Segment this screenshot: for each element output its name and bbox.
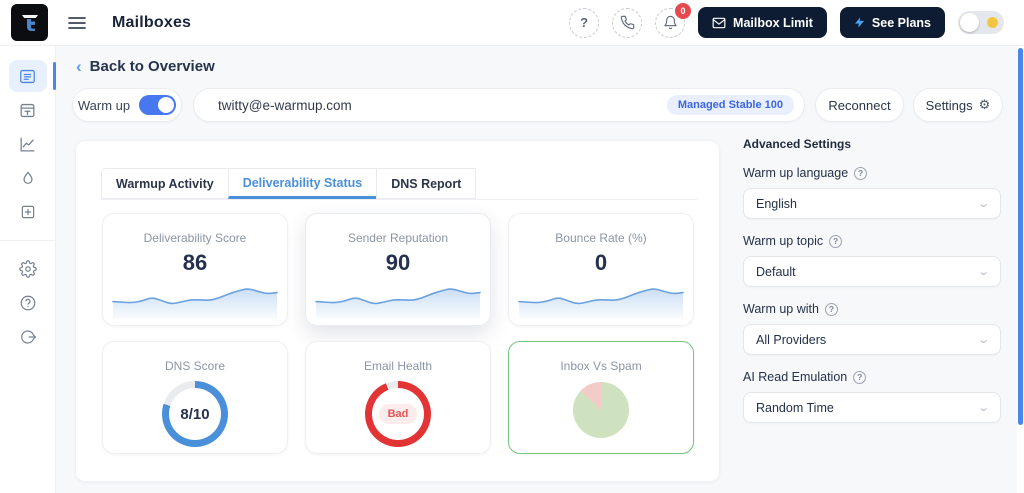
warmup-topic-label: Warm up topic	[743, 234, 824, 248]
warmup-with-label: Warm up with	[743, 302, 819, 316]
plus-square-icon	[21, 205, 34, 219]
bounce-rate-card: Bounce Rate (%) 0	[508, 213, 694, 326]
deliverability-score-card: Deliverability Score 86	[102, 213, 288, 326]
chevron-down-icon: ⌄	[976, 198, 990, 210]
sender-reputation-sparkline	[314, 275, 482, 319]
advanced-settings-panel: Advanced Settings Warm up language Engli…	[743, 137, 1001, 438]
tabs-bar: Warmup Activity Deliverability Status DN…	[101, 168, 697, 200]
logo-glyph-icon	[21, 14, 38, 31]
inbox-vs-spam-pie	[573, 382, 629, 438]
gear-icon	[18, 260, 37, 278]
back-chevron-icon: ‹	[76, 57, 82, 76]
chevron-down-icon: ⌄	[976, 266, 990, 278]
light-bulb-icon	[987, 17, 998, 28]
chevron-down-icon: ⌄	[976, 402, 990, 414]
warmup-toggle-pill: Warm up	[72, 88, 182, 122]
scrollbar-thumb[interactable]	[1018, 48, 1023, 425]
deliverability-panel: Warmup Activity Deliverability Status DN…	[75, 140, 720, 482]
help-circle-icon	[20, 295, 35, 311]
sidebar-divider	[0, 240, 56, 241]
inbox-vs-spam-card: Inbox Vs Spam	[508, 341, 694, 454]
sidebar-item-warmup[interactable]	[9, 162, 47, 194]
template-icon	[20, 103, 35, 117]
analytics-chart-icon	[20, 137, 35, 151]
sidebar-item-add-mailbox[interactable]	[9, 196, 47, 228]
dns-score-value: 8/10	[180, 405, 210, 423]
droplet-icon	[22, 171, 33, 184]
theme-toggle[interactable]	[958, 11, 1004, 34]
lightning-bolt-icon	[854, 17, 865, 28]
mailbox-list-icon	[20, 69, 35, 83]
active-indicator	[52, 62, 56, 90]
plan-status-badge: Managed Stable 100	[666, 95, 794, 115]
dns-score-card: DNS Score 8/10	[102, 341, 288, 454]
phone-icon[interactable]	[612, 7, 643, 38]
sender-reputation-card: Sender Reputation 90	[305, 213, 491, 326]
sidebar-item-analytics[interactable]	[9, 128, 47, 160]
notifications-bell-icon[interactable]: 0	[655, 2, 692, 38]
reconnect-button[interactable]: Reconnect	[815, 88, 904, 122]
mailbox-email: twitty@e-warmup.com	[218, 97, 352, 113]
warmup-language-select[interactable]: English ⌄	[743, 188, 1001, 219]
ai-read-emulation-select[interactable]: Random Time ⌄	[743, 392, 1001, 423]
advanced-settings-title: Advanced Settings	[743, 137, 852, 151]
back-to-overview-link[interactable]: ‹ Back to Overview	[76, 58, 215, 75]
help-icon[interactable]	[829, 234, 843, 248]
menu-toggle-icon[interactable]	[68, 16, 86, 30]
dns-score-donut: 8/10	[162, 381, 228, 447]
logout-icon	[20, 330, 36, 344]
bounce-rate-sparkline	[517, 275, 685, 319]
help-icon[interactable]	[569, 7, 600, 38]
ai-read-emulation-label: AI Read Emulation	[743, 370, 848, 384]
warmup-with-select[interactable]: All Providers ⌄	[743, 324, 1001, 355]
help-icon[interactable]	[824, 302, 838, 316]
email-health-ring: Bad	[365, 381, 431, 447]
chevron-down-icon: ⌄	[976, 334, 990, 346]
mailbox-email-field[interactable]: twitty@e-warmup.com Managed Stable 100	[193, 88, 805, 122]
sidebar-item-help[interactable]	[9, 287, 47, 319]
tab-dns-report[interactable]: DNS Report	[376, 168, 477, 199]
sidebar-item-templates[interactable]	[9, 94, 47, 126]
metric-cards-grid: Deliverability Score 86 Sender Reputatio…	[102, 213, 694, 454]
warmup-language-label: Warm up language	[743, 166, 849, 180]
mailbox-limit-button[interactable]: Mailbox Limit	[698, 7, 827, 38]
email-health-status-badge: Bad	[378, 404, 418, 424]
settings-button[interactable]: Settings ⚙	[913, 88, 1003, 122]
sidebar-item-logout[interactable]	[9, 321, 47, 353]
notification-badge: 0	[675, 2, 692, 19]
sidebar-item-settings[interactable]	[9, 253, 47, 285]
sidebar-item-mailboxes[interactable]	[8, 60, 56, 92]
page-title: Mailboxes	[112, 13, 192, 31]
warmup-toggle-knob	[158, 97, 175, 113]
see-plans-button[interactable]: See Plans	[839, 7, 945, 38]
email-health-card: Email Health Bad	[305, 341, 491, 454]
envelope-icon	[712, 17, 726, 28]
warmup-toggle[interactable]	[139, 95, 177, 115]
theme-toggle-knob	[960, 13, 979, 32]
deliverability-score-sparkline	[111, 275, 279, 319]
tab-deliverability-status[interactable]: Deliverability Status	[227, 168, 378, 199]
left-sidebar	[0, 46, 56, 493]
help-icon[interactable]	[853, 370, 867, 384]
gear-icon: ⚙	[978, 97, 991, 113]
top-header: Mailboxes 0 Mailbox Limit See Plans	[0, 0, 1024, 46]
tab-warmup-activity[interactable]: Warmup Activity	[101, 168, 229, 199]
app-logo[interactable]	[11, 4, 48, 41]
help-icon[interactable]	[854, 166, 868, 180]
warmup-topic-select[interactable]: Default ⌄	[743, 256, 1001, 287]
